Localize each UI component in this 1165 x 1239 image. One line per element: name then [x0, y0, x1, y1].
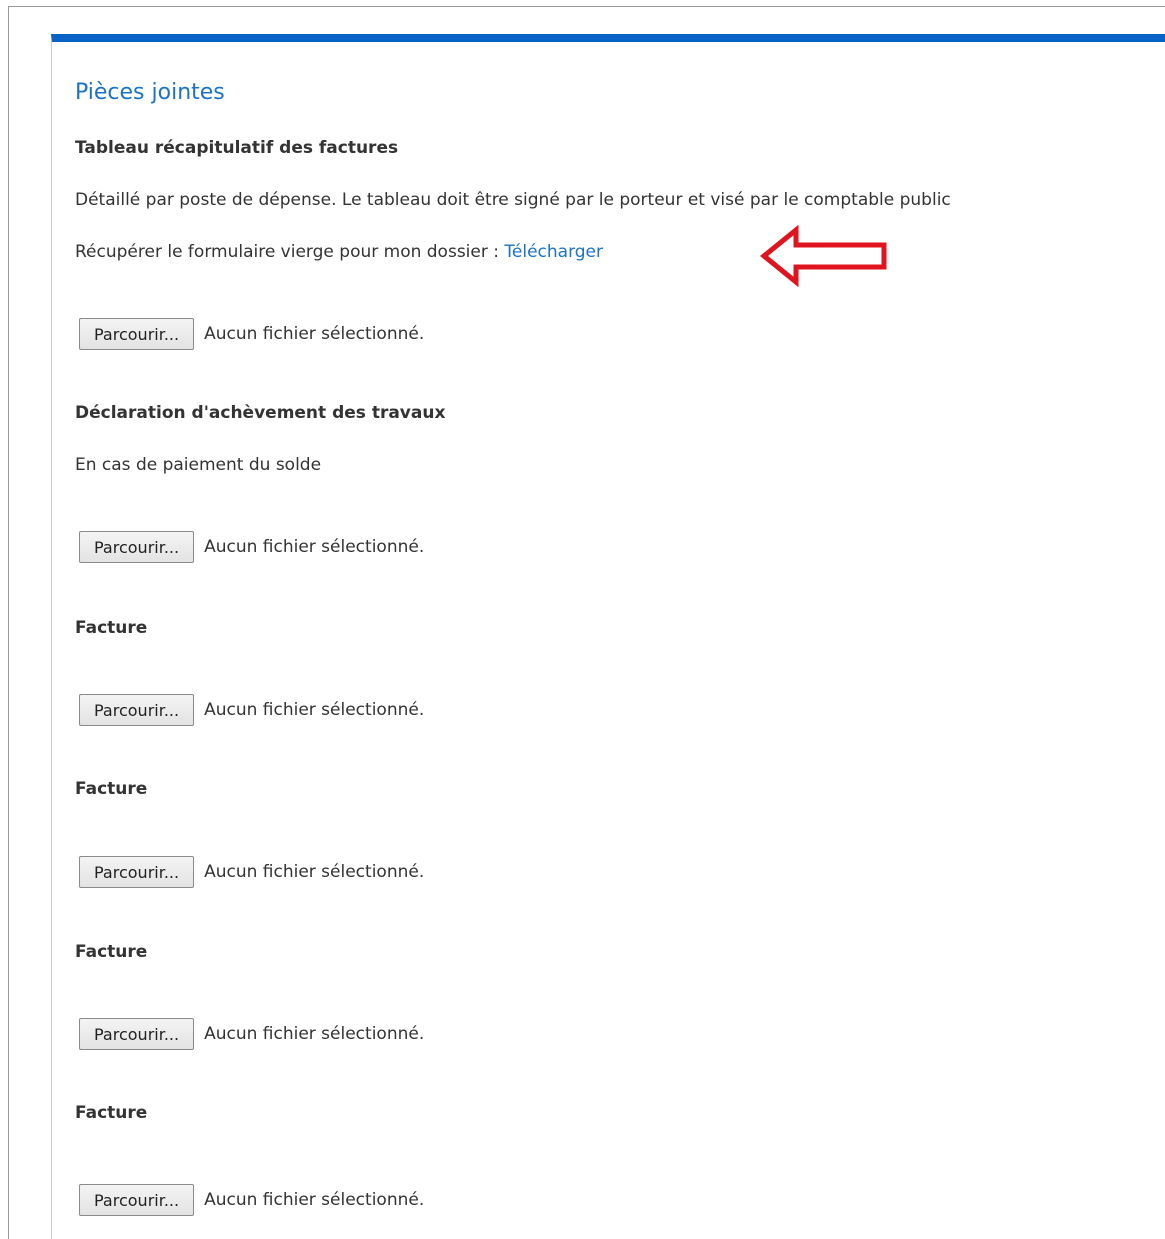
attachment-label-invoice-2: Facture: [75, 779, 148, 799]
file-status: Aucun fichier sélectionné.: [204, 537, 425, 557]
file-upload-invoice-1: Parcourir... Aucun fichier sélectionné.: [79, 694, 424, 726]
browse-button[interactable]: Parcourir...: [79, 1018, 195, 1050]
attachment-label-invoice-4: Facture: [75, 1103, 148, 1123]
browse-button[interactable]: Parcourir...: [79, 694, 195, 726]
download-prompt: Récupérer le formulaire vierge pour mon …: [75, 242, 499, 262]
file-upload-invoice-4: Parcourir... Aucun fichier sélectionné.: [79, 1184, 424, 1216]
file-upload-completion: Parcourir... Aucun fichier sélectionné.: [79, 531, 424, 563]
file-upload-invoice-2: Parcourir... Aucun fichier sélectionné.: [79, 856, 424, 888]
attachment-label-summary: Tableau récapitulatif des factures: [75, 138, 399, 158]
browse-button[interactable]: Parcourir...: [79, 1184, 195, 1216]
attachment-description-completion: En cas de paiement du solde: [75, 455, 322, 475]
browse-button[interactable]: Parcourir...: [79, 856, 195, 888]
browse-button[interactable]: Parcourir...: [79, 531, 195, 563]
file-upload-invoice-3: Parcourir... Aucun fichier sélectionné.: [79, 1018, 424, 1050]
file-upload-summary: Parcourir... Aucun fichier sélectionné.: [79, 318, 424, 350]
attachment-label-invoice-3: Facture: [75, 942, 148, 962]
download-link[interactable]: Télécharger: [504, 242, 603, 262]
arrow-left-icon: [760, 225, 887, 287]
attachments-panel: [51, 34, 1165, 1239]
file-status: Aucun fichier sélectionné.: [204, 1024, 425, 1044]
file-status: Aucun fichier sélectionné.: [204, 862, 425, 882]
file-status: Aucun fichier sélectionné.: [204, 1190, 425, 1210]
file-status: Aucun fichier sélectionné.: [204, 324, 425, 344]
attachment-label-completion: Déclaration d'achèvement des travaux: [75, 403, 446, 423]
attachment-label-invoice-1: Facture: [75, 618, 148, 638]
file-status: Aucun fichier sélectionné.: [204, 700, 425, 720]
browse-button[interactable]: Parcourir...: [79, 318, 195, 350]
attachment-description-summary: Détaillé par poste de dépense. Le tablea…: [75, 190, 951, 210]
download-line: Récupérer le formulaire vierge pour mon …: [75, 242, 603, 262]
section-title: Pièces jointes: [75, 80, 225, 105]
